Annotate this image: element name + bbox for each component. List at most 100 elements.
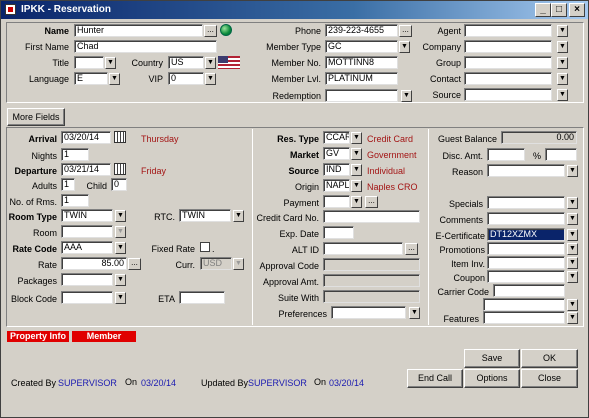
percent-field[interactable] [545,148,577,161]
language-dropdown[interactable]: ▼ [109,73,120,85]
curr-field[interactable]: USD [200,257,232,270]
contact-field[interactable] [464,72,552,85]
exp-date-field[interactable] [323,226,354,239]
preferences-dropdown[interactable]: ▼ [409,307,420,319]
save-button[interactable]: Save [464,349,520,368]
rate-code-field[interactable]: AAA [61,241,113,254]
e-certificate-dropdown[interactable]: ▼ [567,229,578,241]
promotions-field[interactable] [487,242,565,255]
suite-with-field[interactable] [323,290,420,303]
language-field[interactable]: E [74,72,108,85]
rate-lookup-button[interactable]: ... [128,258,141,270]
promotions-dropdown[interactable]: ▼ [567,243,578,255]
ok-button[interactable]: OK [521,349,578,368]
name-field[interactable]: Hunter [74,24,203,37]
end-call-button[interactable]: End Call [407,369,463,388]
reason-dropdown[interactable]: ▼ [567,165,578,177]
tab-property-info[interactable]: Property Info [7,331,69,342]
curr-dropdown[interactable]: ▼ [233,258,244,270]
vip-field[interactable]: 0 [168,72,204,85]
minimize-button[interactable]: _ [535,3,551,17]
res-type-dropdown[interactable]: ▼ [351,132,362,144]
coupon-dropdown[interactable]: ▼ [567,271,578,283]
rate-field[interactable]: 85.00 [61,257,127,270]
item-inv-field[interactable] [487,256,565,269]
tab-member[interactable]: Member [72,331,136,342]
features-dropdown[interactable]: ▼ [567,312,578,324]
market-field[interactable]: GV [323,147,350,160]
close-button[interactable]: Close [521,369,578,388]
comments-field[interactable] [487,212,565,225]
contact-dropdown[interactable]: ▼ [557,73,568,85]
payment-dropdown[interactable]: ▼ [351,196,362,208]
block-code-field[interactable] [61,291,113,304]
calendar-icon[interactable] [114,131,126,143]
adults-field[interactable]: 1 [61,178,75,191]
payment-lookup-button[interactable]: ... [365,196,378,208]
title-dropdown[interactable]: ▼ [105,57,116,69]
nights-field[interactable]: 1 [61,148,89,161]
extra-dropdown[interactable]: ▼ [567,299,578,311]
specials-field[interactable] [487,196,565,209]
room-type-dropdown[interactable]: ▼ [115,210,126,222]
rate-code-dropdown[interactable]: ▼ [115,242,126,254]
country-dropdown[interactable]: ▼ [205,57,216,69]
specials-dropdown[interactable]: ▼ [567,197,578,209]
agent-dropdown[interactable]: ▼ [557,25,568,37]
member-lvl-field[interactable]: PLATINUM [325,72,398,85]
approval-code-field[interactable] [323,258,420,271]
cc-field[interactable] [323,210,420,223]
member-no-field[interactable]: MOTTINN8 [325,56,398,69]
vip-dropdown[interactable]: ▼ [205,73,216,85]
packages-field[interactable] [61,273,113,286]
alt-id-field[interactable] [323,242,403,255]
arrival-field[interactable]: 03/20/14 [61,131,111,144]
approval-amt-field[interactable] [323,274,420,287]
rtc-field[interactable]: TWIN [179,209,231,222]
company-field[interactable] [464,40,552,53]
rtc-dropdown[interactable]: ▼ [233,210,244,222]
res-type-field[interactable]: CCAR [323,131,350,144]
calendar-icon[interactable] [114,163,126,175]
features-field[interactable] [483,311,565,324]
fixed-rate-checkbox[interactable] [200,242,210,252]
close-window-button[interactable]: × [569,3,585,17]
res-source-field[interactable]: IND [323,163,350,176]
block-code-dropdown[interactable]: ▼ [115,292,126,304]
first-name-field[interactable]: Chad [74,40,217,53]
room-field[interactable] [61,225,113,238]
coupon-field[interactable] [487,270,565,283]
more-fields-button[interactable]: More Fields [7,108,65,126]
room-dropdown[interactable]: ▼ [115,226,126,238]
title-field[interactable] [74,56,104,69]
preferences-field[interactable] [331,306,406,319]
redemption-field[interactable] [325,89,398,102]
room-type-field[interactable]: TWIN [61,209,113,222]
options-button[interactable]: Options [464,369,520,388]
origin-field[interactable]: NAPL [323,179,350,192]
country-field[interactable]: US [168,56,204,69]
payment-field[interactable] [323,195,350,208]
globe-icon[interactable] [220,24,232,36]
rooms-field[interactable]: 1 [61,194,89,207]
group-dropdown[interactable]: ▼ [557,57,568,69]
market-dropdown[interactable]: ▼ [351,148,362,160]
origin-dropdown[interactable]: ▼ [351,180,362,192]
extra-field[interactable] [483,298,565,311]
reason-field[interactable] [487,164,565,177]
carrier-code-field[interactable] [493,284,565,297]
item-inv-dropdown[interactable]: ▼ [567,257,578,269]
member-type-field[interactable]: GC [325,40,398,53]
e-certificate-field[interactable]: DT12XZMX [487,228,565,241]
maximize-button[interactable]: □ [551,3,567,17]
group-field[interactable] [464,56,552,69]
name-lookup-button[interactable]: ... [204,25,217,37]
child-field[interactable]: 0 [111,178,127,191]
res-source-dropdown[interactable]: ▼ [351,164,362,176]
disc-amt-field[interactable] [487,148,525,161]
comments-dropdown[interactable]: ▼ [567,213,578,225]
source-dropdown[interactable]: ▼ [557,89,568,101]
alt-id-lookup-button[interactable]: ... [405,243,418,255]
packages-dropdown[interactable]: ▼ [115,274,126,286]
eta-field[interactable] [179,291,225,304]
